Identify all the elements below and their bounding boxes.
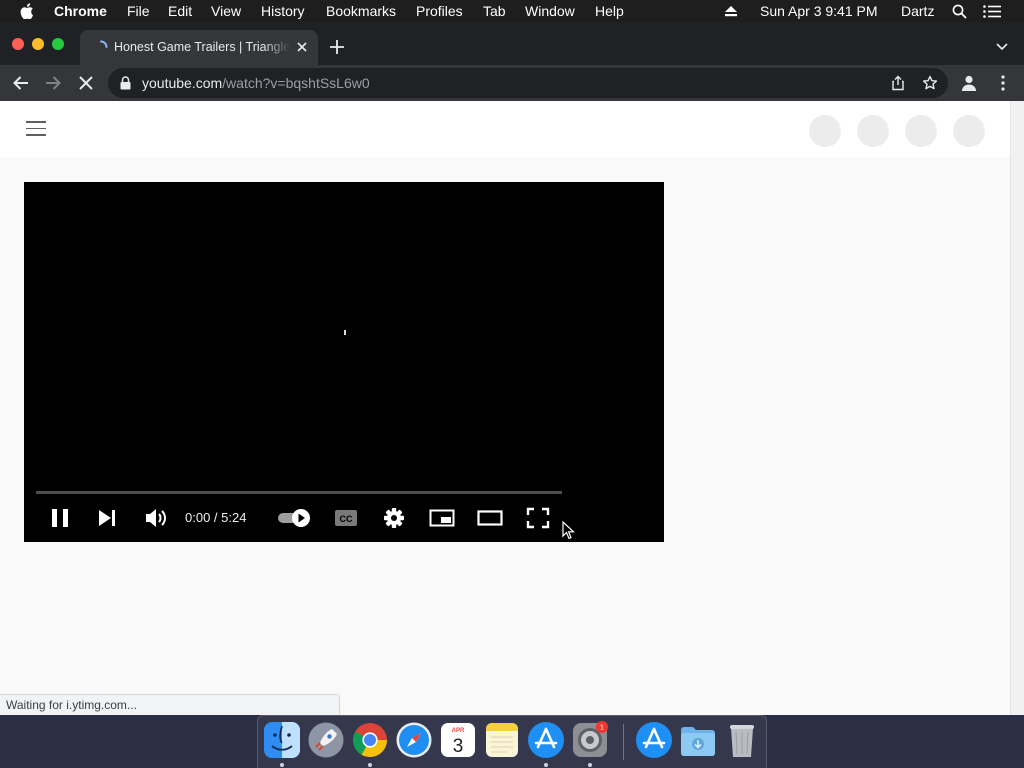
autoplay-toggle-icon[interactable] xyxy=(276,504,314,532)
tab-search-chevron-icon[interactable] xyxy=(996,43,1008,51)
safari-icon[interactable] xyxy=(395,721,433,759)
tab-strip: Honest Game Trailers | Triangle Strategy xyxy=(0,22,1024,65)
system-preferences-icon[interactable]: 1 xyxy=(571,721,609,759)
web-content: 0:00 / 5:24 CC Waiting for i.ytimg.com..… xyxy=(0,101,1024,715)
url-path: /watch?v=bqshtSsL6w0 xyxy=(222,75,370,91)
new-tab-icon[interactable] xyxy=(330,40,344,54)
fullscreen-icon[interactable] xyxy=(524,504,552,532)
menu-bookmarks[interactable]: Bookmarks xyxy=(326,3,396,19)
video-progress-bar[interactable] xyxy=(36,491,562,494)
stop-loading-icon[interactable] xyxy=(77,74,95,92)
eject-icon[interactable] xyxy=(724,6,738,17)
menu-view[interactable]: View xyxy=(211,3,241,19)
menu-help[interactable]: Help xyxy=(595,3,624,19)
menu-profiles[interactable]: Profiles xyxy=(416,3,463,19)
theater-mode-icon[interactable] xyxy=(476,504,504,532)
launchpad-icon[interactable] xyxy=(307,721,345,759)
minimize-window-button[interactable] xyxy=(32,38,44,50)
masthead-placeholder-circle xyxy=(953,115,985,147)
menu-app-name[interactable]: Chrome xyxy=(54,3,107,19)
lock-icon[interactable] xyxy=(120,76,131,90)
browser-tab-active[interactable]: Honest Game Trailers | Triangle Strategy xyxy=(80,30,318,65)
control-center-icon[interactable] xyxy=(983,5,1001,18)
menu-file[interactable]: File xyxy=(127,3,150,19)
maximize-window-button[interactable] xyxy=(52,38,64,50)
closed-captions-icon[interactable]: CC xyxy=(334,504,358,532)
masthead-placeholder-circle xyxy=(857,115,889,147)
menu-window[interactable]: Window xyxy=(525,3,575,19)
browser-toolbar: youtube.com/watch?v=bqshtSsL6w0 xyxy=(0,65,1024,101)
trash-icon[interactable] xyxy=(723,721,761,759)
calendar-icon[interactable]: APR 3 xyxy=(439,721,477,759)
notes-icon[interactable] xyxy=(483,721,521,759)
tab-title: Honest Game Trailers | Triangle Strategy xyxy=(114,40,290,54)
dock-separator xyxy=(623,724,624,760)
miniplayer-icon[interactable] xyxy=(428,504,456,532)
running-indicator-dot xyxy=(588,763,592,767)
spotlight-search-icon[interactable] xyxy=(952,4,967,19)
video-player[interactable]: 0:00 / 5:24 CC xyxy=(24,182,664,542)
forward-arrow-icon[interactable] xyxy=(44,74,62,92)
tab-close-icon[interactable] xyxy=(296,41,308,53)
menu-edit[interactable]: Edit xyxy=(168,3,192,19)
settings-gear-icon[interactable] xyxy=(382,504,406,532)
pause-icon[interactable] xyxy=(48,504,72,532)
url-host: youtube.com xyxy=(142,75,223,91)
masthead-placeholder-circle xyxy=(905,115,937,147)
bookmark-star-icon[interactable] xyxy=(922,75,938,91)
running-indicator-dot xyxy=(368,763,372,767)
finder-icon[interactable] xyxy=(263,721,301,759)
running-indicator-dot xyxy=(280,763,284,767)
app-store-icon[interactable] xyxy=(527,721,565,759)
close-window-button[interactable] xyxy=(12,38,24,50)
back-arrow-icon[interactable] xyxy=(12,74,30,92)
browser-status-bubble: Waiting for i.ytimg.com... xyxy=(0,694,340,715)
app-store-recent-icon[interactable] xyxy=(635,721,673,759)
next-video-icon[interactable] xyxy=(96,504,120,532)
downloads-folder-icon[interactable] xyxy=(679,721,717,759)
macos-menu-bar: Chrome File Edit View History Bookmarks … xyxy=(0,0,1024,22)
macos-dock: APR 3 1 xyxy=(257,715,767,768)
loading-throbber-icon xyxy=(100,40,108,48)
profile-avatar-icon[interactable] xyxy=(960,74,978,92)
volume-icon[interactable] xyxy=(143,504,169,532)
menu-tab[interactable]: Tab xyxy=(483,3,506,19)
loading-spinner-icon xyxy=(344,330,346,335)
chrome-window: Honest Game Trailers | Triangle Strategy xyxy=(0,22,1024,715)
hamburger-menu-icon[interactable] xyxy=(26,121,46,137)
masthead-placeholder-circle xyxy=(809,115,841,147)
url-text[interactable]: youtube.com/watch?v=bqshtSsL6w0 xyxy=(142,75,370,91)
menu-clock[interactable]: Sun Apr 3 9:41 PM xyxy=(760,3,878,19)
calendar-day: 3 xyxy=(453,736,464,757)
apple-menu-icon[interactable] xyxy=(20,3,34,19)
page-scrollbar[interactable] xyxy=(1010,101,1024,715)
video-time-display: 0:00 / 5:24 xyxy=(185,510,247,525)
menu-user[interactable]: Dartz xyxy=(901,3,934,19)
calendar-month: APR xyxy=(452,728,465,734)
chrome-app-icon[interactable] xyxy=(351,721,389,759)
mouse-cursor-icon xyxy=(562,521,576,540)
youtube-masthead xyxy=(0,101,1010,157)
chrome-menu-kebab-icon[interactable] xyxy=(994,74,1012,92)
address-bar[interactable]: youtube.com/watch?v=bqshtSsL6w0 xyxy=(108,68,948,98)
share-icon[interactable] xyxy=(890,75,906,91)
menu-history[interactable]: History xyxy=(261,3,305,19)
running-indicator-dot xyxy=(544,763,548,767)
settings-update-badge: 1 xyxy=(600,725,604,732)
cc-label: CC xyxy=(340,514,353,524)
